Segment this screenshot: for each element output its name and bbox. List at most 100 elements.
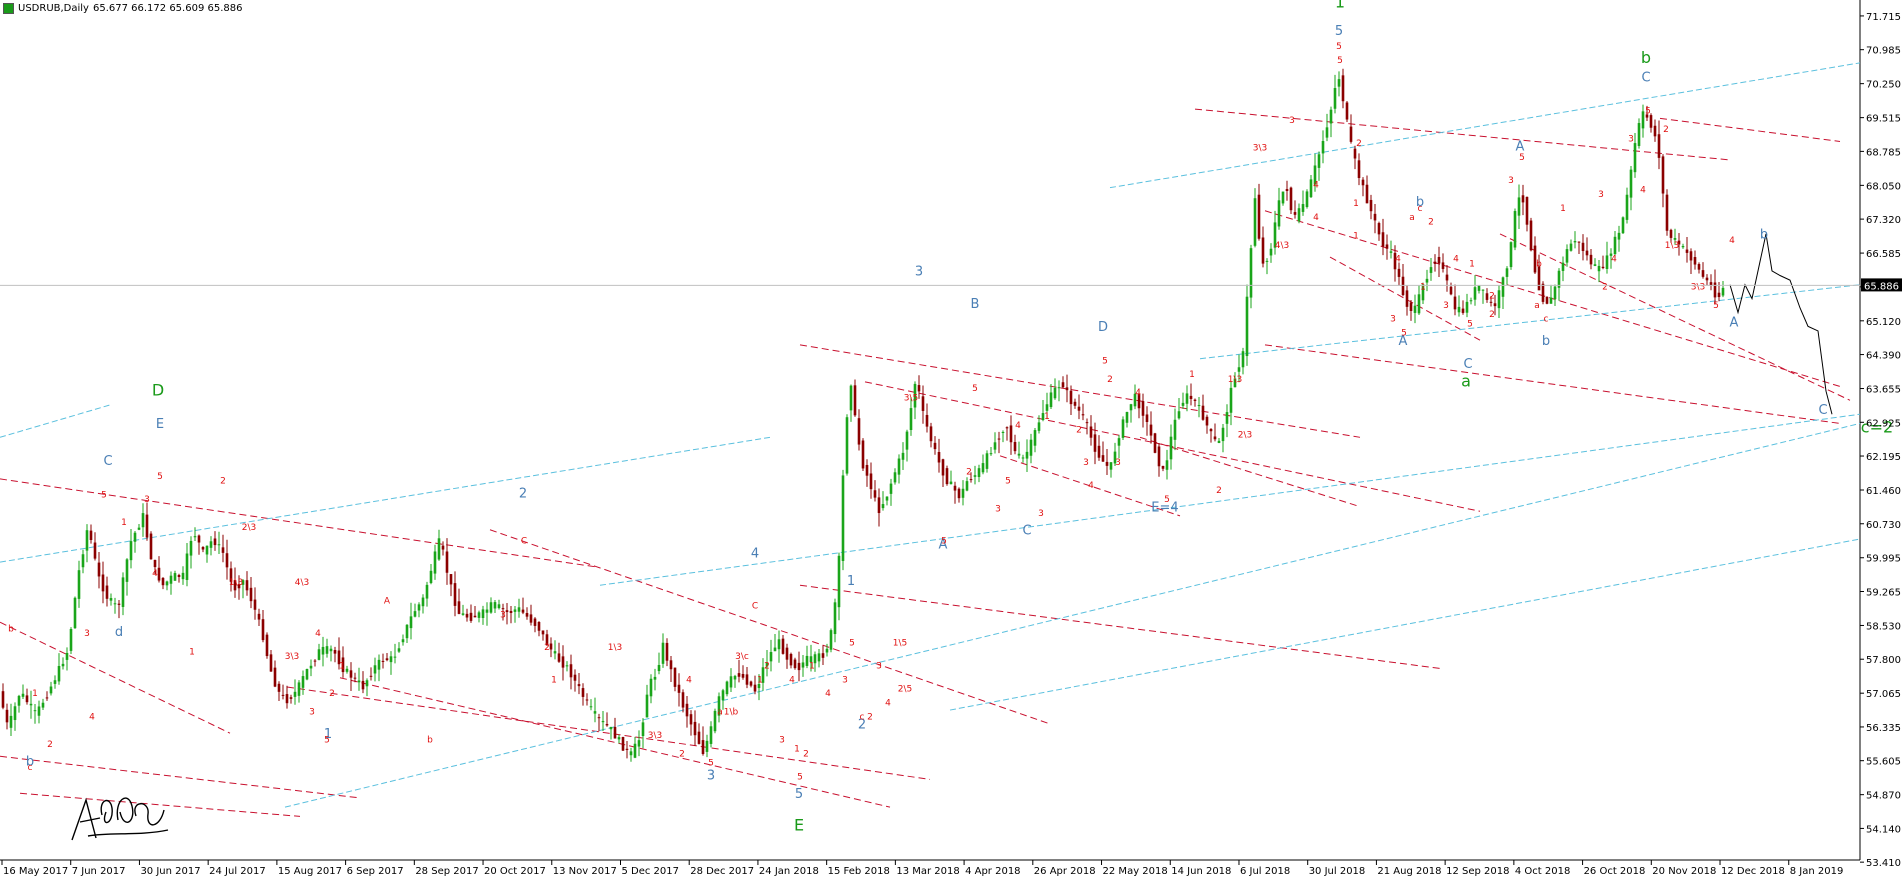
subwave-label: 1 bbox=[809, 661, 815, 671]
candle-body bbox=[9, 715, 13, 728]
candle-body bbox=[1425, 278, 1429, 283]
candle-body bbox=[817, 653, 821, 662]
candle-body bbox=[261, 619, 265, 641]
candle-body bbox=[309, 665, 313, 669]
candle-body bbox=[597, 717, 601, 719]
wave-label: 1 bbox=[847, 574, 855, 589]
candle-body bbox=[1529, 220, 1533, 251]
subwave-label: 2 bbox=[1356, 139, 1362, 149]
wave-label: 1 bbox=[1335, 0, 1345, 11]
candle-body bbox=[57, 665, 61, 682]
subwave-label: 3 bbox=[995, 504, 1001, 514]
price-tick-label: 54.140 bbox=[1866, 824, 1901, 835]
subwave-label: 3 bbox=[1443, 301, 1449, 311]
candle-body bbox=[537, 621, 541, 631]
subwave-label: 1 bbox=[121, 518, 127, 528]
subwave-label: 2 bbox=[47, 740, 53, 750]
candle-body bbox=[1537, 266, 1541, 291]
subwave-label: 5 bbox=[849, 638, 855, 648]
candle-body bbox=[689, 714, 693, 725]
candle-body bbox=[1237, 367, 1241, 372]
candle-body bbox=[681, 692, 685, 708]
date-tick-label: 7 Jun 2017 bbox=[72, 866, 126, 877]
price-tick-label: 57.065 bbox=[1866, 689, 1901, 700]
candle-body bbox=[601, 721, 605, 723]
candle-body bbox=[1289, 187, 1293, 211]
wave-label: B bbox=[971, 297, 980, 312]
candle-body bbox=[409, 616, 413, 629]
candle-body bbox=[633, 743, 637, 758]
candle-body bbox=[397, 648, 401, 652]
candle-body bbox=[453, 583, 457, 606]
candle-body bbox=[1281, 191, 1285, 204]
chart-root[interactable]: 1 b Da c=2 E 5 C E C 2 3 B D Ab A Cb b A C E=4 C A 4 1 d 1 2 3 5 b 5 5 3… bbox=[0, 0, 1902, 879]
candle-body bbox=[53, 680, 57, 684]
candle-body bbox=[585, 699, 589, 701]
subwave-label: 3 bbox=[1038, 509, 1044, 519]
candle-body bbox=[977, 468, 981, 478]
price-tick-label: 53.410 bbox=[1866, 858, 1901, 869]
candle-body bbox=[833, 602, 837, 635]
candle-body bbox=[1209, 428, 1213, 432]
candle-body bbox=[1109, 462, 1113, 470]
candle-body bbox=[193, 536, 197, 538]
subwave-label: 3 bbox=[309, 708, 315, 718]
chart-header: USDRUB,Daily 65.677 66.172 65.609 65.886 bbox=[3, 3, 242, 14]
subwave-label: A bbox=[384, 597, 391, 607]
subwave-label: 4\3 bbox=[295, 578, 309, 588]
wave-label: a bbox=[1461, 371, 1471, 390]
candle-body bbox=[1541, 283, 1545, 302]
candle-body bbox=[1397, 268, 1401, 277]
date-tick-label: 15 Feb 2018 bbox=[828, 866, 890, 877]
candle-body bbox=[313, 660, 317, 662]
candle-body bbox=[1369, 199, 1373, 212]
candle-body bbox=[1457, 306, 1461, 313]
candle-body bbox=[721, 690, 725, 701]
candle-body bbox=[1589, 254, 1593, 265]
candle-body bbox=[1161, 465, 1165, 469]
candle-body bbox=[969, 479, 973, 481]
candle-body bbox=[549, 643, 553, 650]
candle-body bbox=[1549, 297, 1553, 304]
candle-body bbox=[93, 542, 97, 559]
candle-body bbox=[685, 703, 689, 717]
candle-body bbox=[1117, 438, 1121, 446]
subwave-label: 3 bbox=[1083, 458, 1089, 468]
candle-body bbox=[1329, 109, 1333, 124]
candle-body bbox=[137, 527, 141, 530]
candle-body bbox=[437, 538, 441, 560]
candle-body bbox=[945, 468, 949, 485]
candle-body bbox=[1665, 194, 1669, 231]
candle-body bbox=[709, 726, 713, 744]
symbol-icon bbox=[3, 3, 14, 14]
price-chart[interactable]: 1bD ac=2E5CEC23BDAbACbbACE=4CA41d1235b553… bbox=[0, 0, 1902, 879]
candle-body bbox=[205, 545, 209, 555]
candle-body bbox=[1545, 296, 1549, 304]
subwave-label: 4 bbox=[1313, 181, 1319, 191]
candle-body bbox=[1253, 198, 1257, 246]
price-tick-label: 64.390 bbox=[1866, 351, 1901, 362]
candle-body bbox=[617, 737, 621, 740]
candle-body bbox=[489, 602, 493, 613]
date-tick-label: 8 Jan 2019 bbox=[1790, 866, 1844, 877]
candle-body bbox=[1657, 134, 1661, 158]
date-tick-label: 12 Dec 2018 bbox=[1721, 866, 1785, 877]
wave-label: b bbox=[1760, 228, 1768, 243]
subwave-label: 1 bbox=[1469, 259, 1475, 269]
subwave-label: 5 bbox=[1467, 319, 1473, 329]
candle-body bbox=[405, 624, 409, 639]
candle-body bbox=[265, 634, 269, 657]
candle-body bbox=[869, 473, 873, 490]
candle-body bbox=[125, 559, 129, 582]
candle-body bbox=[221, 547, 225, 553]
wave-label: 4 bbox=[751, 547, 759, 562]
candle-body bbox=[445, 551, 449, 573]
date-tick-label: 24 Jan 2018 bbox=[759, 866, 819, 877]
candle-body bbox=[1377, 223, 1381, 235]
candle-body bbox=[1525, 196, 1529, 225]
candle-body bbox=[1705, 277, 1709, 281]
candle-body bbox=[33, 710, 37, 712]
subwave-label: 4 bbox=[1640, 185, 1646, 195]
subwave-label: 2 bbox=[1428, 218, 1434, 228]
candle-body bbox=[1017, 453, 1021, 456]
